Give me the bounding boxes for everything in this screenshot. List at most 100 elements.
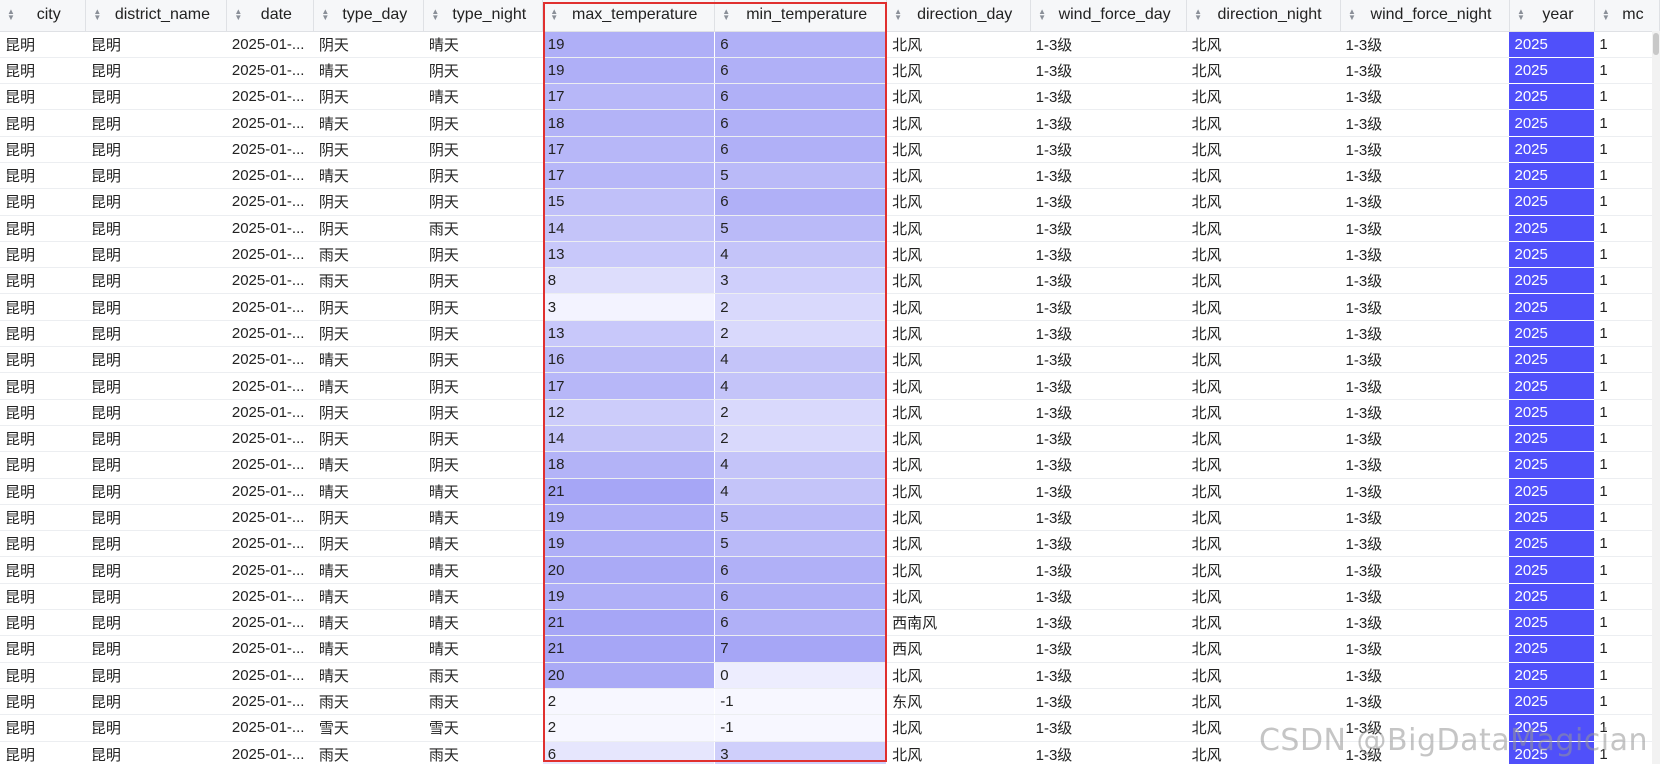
cell-min-temperature[interactable]: 2 bbox=[714, 320, 888, 348]
column-header-month[interactable]: ▲ ▼ mc bbox=[1594, 0, 1660, 32]
cell-month[interactable]: 1 bbox=[1594, 136, 1660, 163]
cell-direction-night[interactable]: 北风 bbox=[1186, 451, 1341, 479]
cell-city[interactable]: 昆明 bbox=[0, 57, 86, 85]
cell-type-night[interactable]: 晴天 bbox=[423, 478, 543, 505]
cell-max-temperature[interactable]: 20 bbox=[542, 556, 716, 584]
cell-type-day[interactable]: 阴天 bbox=[313, 399, 424, 426]
cell-type-night[interactable]: 阴天 bbox=[423, 188, 543, 216]
cell-wind-force-day[interactable]: 1-3级 bbox=[1030, 215, 1187, 242]
cell-wind-force-night[interactable]: 1-3级 bbox=[1340, 478, 1510, 505]
cell-direction-day[interactable]: 北风 bbox=[886, 215, 1031, 242]
cell-month[interactable]: 1 bbox=[1594, 662, 1660, 689]
cell-wind-force-night[interactable]: 1-3级 bbox=[1340, 215, 1510, 242]
cell-year[interactable]: 2025 bbox=[1509, 215, 1595, 242]
cell-type-night[interactable]: 阴天 bbox=[423, 451, 543, 479]
cell-month[interactable]: 1 bbox=[1594, 162, 1660, 190]
cell-city[interactable]: 昆明 bbox=[0, 162, 86, 190]
sort-icon[interactable]: ▲ ▼ bbox=[234, 8, 242, 22]
cell-wind-force-night[interactable]: 1-3级 bbox=[1340, 688, 1510, 716]
cell-wind-force-day[interactable]: 1-3级 bbox=[1030, 451, 1187, 479]
cell-type-day[interactable]: 晴天 bbox=[313, 109, 424, 137]
cell-wind-force-day[interactable]: 1-3级 bbox=[1030, 83, 1187, 111]
cell-wind-force-night[interactable]: 1-3级 bbox=[1340, 556, 1510, 584]
cell-wind-force-day[interactable]: 1-3级 bbox=[1030, 609, 1187, 637]
cell-wind-force-night[interactable]: 1-3级 bbox=[1340, 162, 1510, 190]
cell-type-night[interactable]: 晴天 bbox=[423, 635, 543, 663]
cell-direction-day[interactable]: 北风 bbox=[886, 556, 1031, 584]
cell-direction-day[interactable]: 北风 bbox=[886, 399, 1031, 426]
cell-type-day[interactable]: 阴天 bbox=[313, 425, 424, 453]
cell-wind-force-night[interactable]: 1-3级 bbox=[1340, 31, 1510, 58]
cell-year[interactable]: 2025 bbox=[1509, 372, 1595, 400]
sort-icon[interactable]: ▲ ▼ bbox=[1038, 8, 1046, 22]
cell-type-night[interactable]: 晴天 bbox=[423, 530, 543, 558]
cell-district-name[interactable]: 昆明 bbox=[85, 293, 227, 321]
cell-month[interactable]: 1 bbox=[1594, 635, 1660, 663]
cell-wind-force-day[interactable]: 1-3级 bbox=[1030, 136, 1187, 163]
table-row[interactable]: 昆明 昆明 2025-01-... 阴天 阴天 14 2 北风 1-3级 北风 1-3级 2025 1 bbox=[0, 425, 1660, 453]
cell-direction-night[interactable]: 北风 bbox=[1186, 478, 1341, 505]
cell-city[interactable]: 昆明 bbox=[0, 714, 86, 742]
cell-min-temperature[interactable]: 7 bbox=[714, 635, 888, 663]
cell-min-temperature[interactable]: 4 bbox=[714, 451, 888, 479]
cell-direction-night[interactable]: 北风 bbox=[1186, 320, 1341, 348]
cell-month[interactable]: 1 bbox=[1594, 215, 1660, 242]
cell-max-temperature[interactable]: 3 bbox=[542, 293, 716, 321]
cell-direction-day[interactable]: 北风 bbox=[886, 372, 1031, 400]
cell-type-night[interactable]: 晴天 bbox=[423, 609, 543, 637]
cell-max-temperature[interactable]: 17 bbox=[542, 136, 716, 163]
cell-year[interactable]: 2025 bbox=[1509, 556, 1595, 584]
cell-month[interactable]: 1 bbox=[1594, 556, 1660, 584]
cell-date[interactable]: 2025-01-... bbox=[226, 162, 314, 190]
cell-min-temperature[interactable]: 6 bbox=[714, 31, 888, 58]
cell-max-temperature[interactable]: 17 bbox=[542, 372, 716, 400]
cell-wind-force-day[interactable]: 1-3级 bbox=[1030, 478, 1187, 505]
cell-type-night[interactable]: 晴天 bbox=[423, 83, 543, 111]
cell-direction-day[interactable]: 北风 bbox=[886, 530, 1031, 558]
cell-type-day[interactable]: 晴天 bbox=[313, 346, 424, 374]
cell-date[interactable]: 2025-01-... bbox=[226, 451, 314, 479]
cell-type-day[interactable]: 阴天 bbox=[313, 293, 424, 321]
cell-month[interactable]: 1 bbox=[1594, 320, 1660, 348]
cell-date[interactable]: 2025-01-... bbox=[226, 714, 314, 742]
sort-icon[interactable]: ▲ ▼ bbox=[550, 8, 558, 22]
cell-year[interactable]: 2025 bbox=[1509, 609, 1595, 637]
cell-min-temperature[interactable]: 6 bbox=[714, 188, 888, 216]
cell-city[interactable]: 昆明 bbox=[0, 556, 86, 584]
cell-wind-force-night[interactable]: 1-3级 bbox=[1340, 609, 1510, 637]
cell-district-name[interactable]: 昆明 bbox=[85, 215, 227, 242]
cell-district-name[interactable]: 昆明 bbox=[85, 188, 227, 216]
table-row[interactable]: 昆明 昆明 2025-01-... 晴天 雨天 20 0 北风 1-3级 北风 1-3级 2025 1 bbox=[0, 662, 1660, 689]
cell-min-temperature[interactable]: 4 bbox=[714, 372, 888, 400]
cell-month[interactable]: 1 bbox=[1594, 504, 1660, 532]
cell-direction-day[interactable]: 北风 bbox=[886, 241, 1031, 269]
cell-direction-day[interactable]: 北风 bbox=[886, 346, 1031, 374]
cell-wind-force-day[interactable]: 1-3级 bbox=[1030, 346, 1187, 374]
cell-city[interactable]: 昆明 bbox=[0, 741, 86, 764]
cell-year[interactable]: 2025 bbox=[1509, 425, 1595, 453]
cell-type-day[interactable]: 晴天 bbox=[313, 556, 424, 584]
cell-max-temperature[interactable]: 14 bbox=[542, 215, 716, 242]
cell-type-night[interactable]: 阴天 bbox=[423, 162, 543, 190]
cell-max-temperature[interactable]: 21 bbox=[542, 609, 716, 637]
cell-min-temperature[interactable]: 6 bbox=[714, 57, 888, 85]
cell-wind-force-night[interactable]: 1-3级 bbox=[1340, 293, 1510, 321]
cell-wind-force-night[interactable]: 1-3级 bbox=[1340, 136, 1510, 163]
cell-type-night[interactable]: 晴天 bbox=[423, 31, 543, 58]
cell-type-day[interactable]: 阴天 bbox=[313, 31, 424, 58]
cell-direction-night[interactable]: 北风 bbox=[1186, 399, 1341, 426]
scrollbar-thumb[interactable] bbox=[1653, 33, 1659, 55]
cell-min-temperature[interactable]: 5 bbox=[714, 215, 888, 242]
cell-district-name[interactable]: 昆明 bbox=[85, 530, 227, 558]
cell-wind-force-day[interactable]: 1-3级 bbox=[1030, 372, 1187, 400]
cell-min-temperature[interactable]: 4 bbox=[714, 241, 888, 269]
cell-month[interactable]: 1 bbox=[1594, 83, 1660, 111]
cell-year[interactable]: 2025 bbox=[1509, 241, 1595, 269]
cell-max-temperature[interactable]: 21 bbox=[542, 635, 716, 663]
sort-icon[interactable]: ▲ ▼ bbox=[321, 8, 329, 22]
cell-date[interactable]: 2025-01-... bbox=[226, 215, 314, 242]
cell-date[interactable]: 2025-01-... bbox=[226, 83, 314, 111]
cell-max-temperature[interactable]: 17 bbox=[542, 162, 716, 190]
table-row[interactable]: 昆明 昆明 2025-01-... 雨天 雨天 6 3 北风 1-3级 北风 1-3级 2025 1 bbox=[0, 741, 1660, 764]
cell-city[interactable]: 昆明 bbox=[0, 451, 86, 479]
